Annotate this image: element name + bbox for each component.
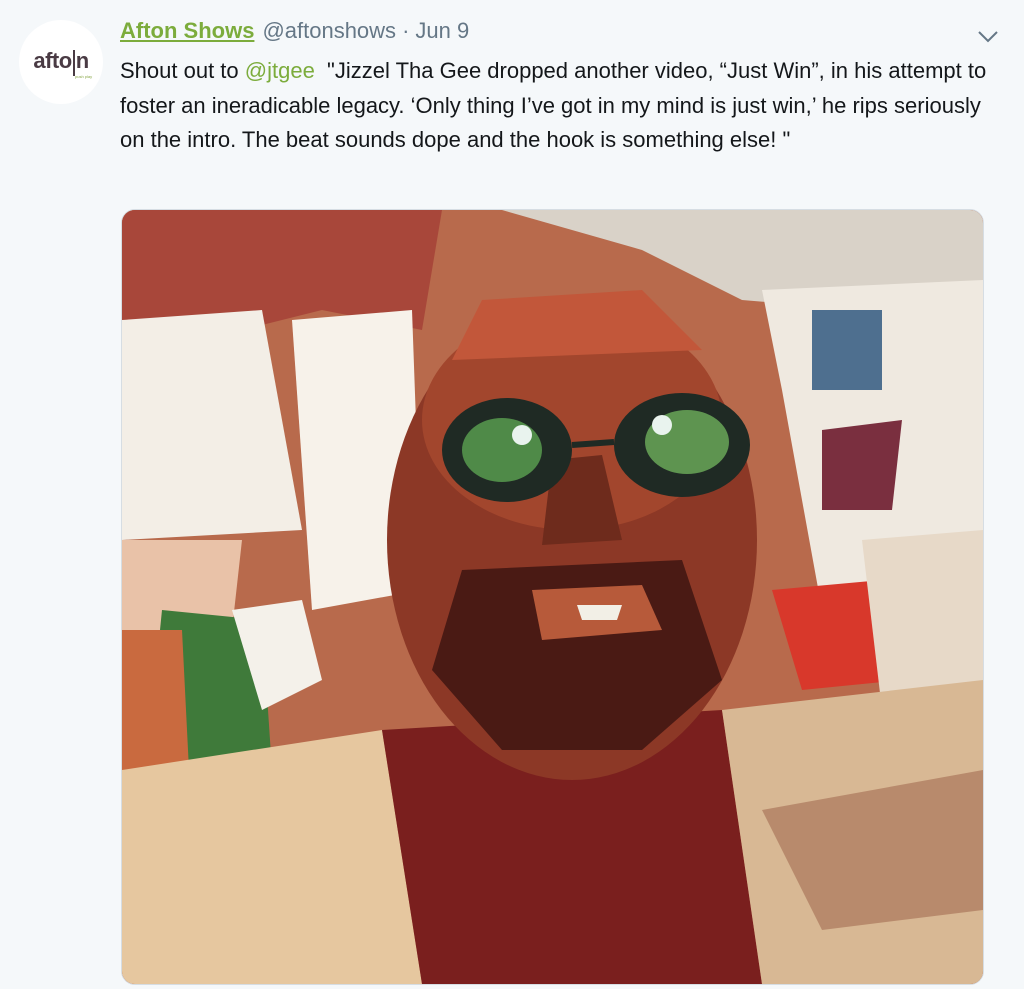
avatar[interactable]: afto n push play [19,20,103,104]
mention-link[interactable]: @jtgee [245,58,315,83]
tweet-date[interactable]: Jun 9 [415,18,469,44]
chevron-down-icon[interactable] [976,26,1000,46]
tweet-card[interactable]: afto n push play Afton Shows @aftonshows … [0,0,1024,989]
tweet-header: Afton Shows @aftonshows · Jun 9 [120,18,469,48]
avatar-logo-subtext: push play [75,74,93,79]
author-name[interactable]: Afton Shows [120,18,254,44]
author-handle[interactable]: @aftonshows [262,18,396,44]
header-separator: · [402,18,410,43]
stylized-portrait-image [122,210,983,984]
tweet-text-prefix: Shout out to [120,58,245,83]
tweet-text: Shout out to @jtgee "Jizzel Tha Gee drop… [120,54,1000,158]
tweet-media-image[interactable] [121,209,984,985]
avatar-logo: afto n [33,48,89,76]
